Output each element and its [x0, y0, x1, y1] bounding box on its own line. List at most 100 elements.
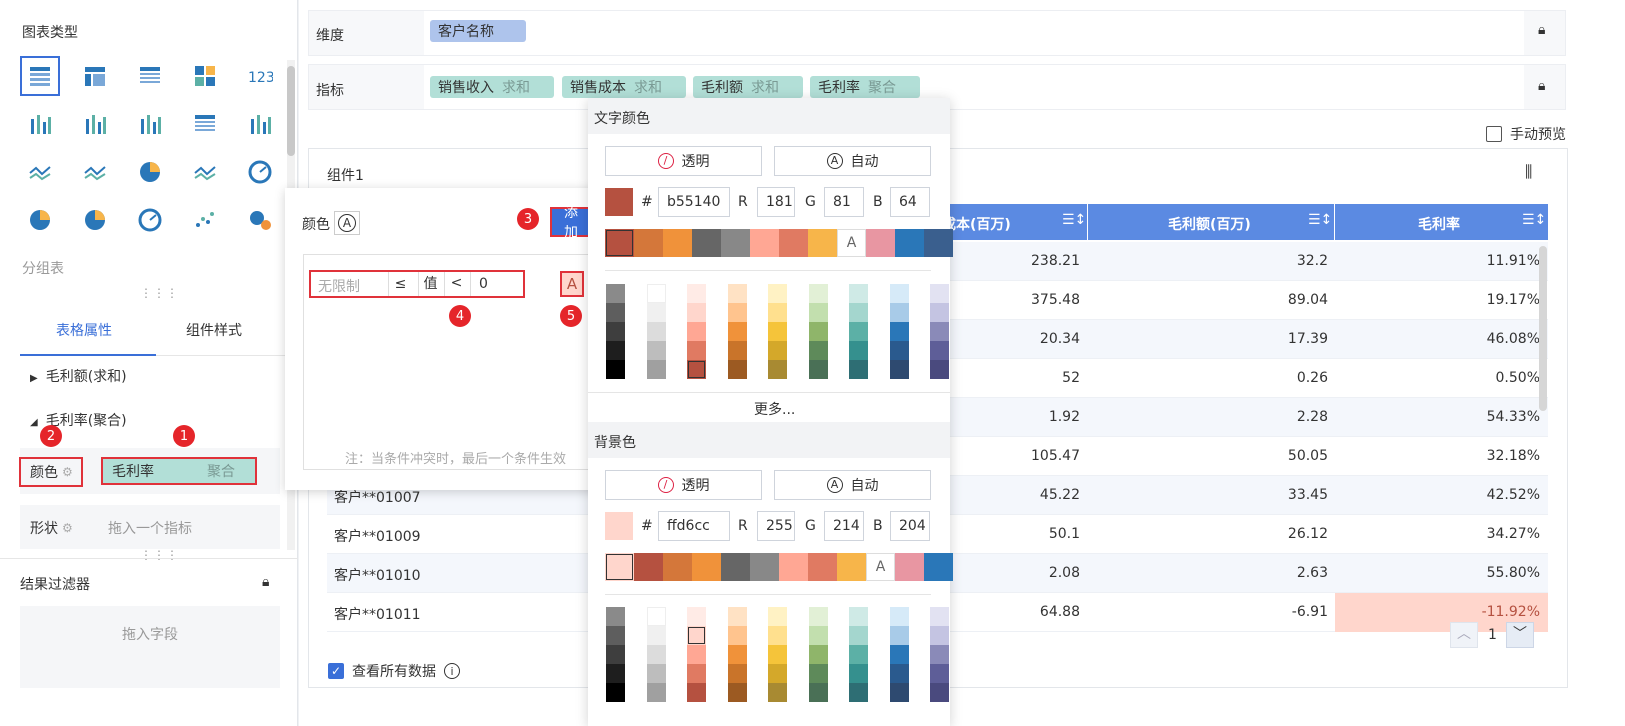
- palette-swatch[interactable]: [889, 341, 909, 360]
- palette-swatch[interactable]: [687, 683, 706, 702]
- max-input[interactable]: 0: [470, 272, 550, 296]
- filter-drop-zone[interactable]: 拖入字段: [20, 606, 280, 688]
- palette-swatch[interactable]: [646, 645, 666, 664]
- chart-type-grouped-bar-icon[interactable]: [20, 104, 60, 144]
- min-input[interactable]: 无限制: [318, 276, 360, 296]
- palette-swatch[interactable]: [606, 683, 625, 702]
- chart-type-pie-icon[interactable]: [20, 200, 60, 240]
- chart-type-scatter-icon[interactable]: [185, 200, 225, 240]
- palette-swatch[interactable]: [727, 360, 747, 379]
- page-up-button[interactable]: ︿: [1450, 622, 1478, 648]
- palette-swatch[interactable]: [687, 303, 706, 322]
- lock-icon[interactable]: 🔒︎: [262, 574, 269, 590]
- drag-handle-icon[interactable]: ⋮⋮⋮: [140, 548, 179, 562]
- palette-swatch[interactable]: [687, 360, 706, 379]
- recent-swatch[interactable]: [634, 229, 663, 257]
- palette-swatch[interactable]: [727, 322, 747, 341]
- chart-type-radar-icon[interactable]: [130, 152, 170, 192]
- palette-swatch[interactable]: [646, 664, 666, 683]
- chart-type-number-icon[interactable]: 123: [240, 56, 280, 96]
- palette-swatch[interactable]: [606, 645, 625, 664]
- text-r-input[interactable]: 181: [757, 187, 795, 217]
- palette-swatch[interactable]: [606, 360, 625, 379]
- palette-swatch[interactable]: [646, 626, 666, 645]
- palette-swatch[interactable]: [849, 645, 868, 664]
- palette-swatch[interactable]: [606, 607, 625, 626]
- chart-type-list-table-icon[interactable]: [130, 56, 170, 96]
- chart-type-line-icon[interactable]: [20, 152, 60, 192]
- palette-swatch[interactable]: [768, 645, 787, 664]
- check-icon[interactable]: ✓: [328, 663, 344, 679]
- palette-swatch[interactable]: [849, 284, 868, 303]
- recent-swatch[interactable]: [721, 553, 750, 581]
- recent-swatch[interactable]: [750, 229, 779, 257]
- chart-type-bubble-icon[interactable]: [240, 200, 280, 240]
- palette-swatch[interactable]: [849, 360, 868, 379]
- gear-icon[interactable]: ⚙: [62, 465, 73, 479]
- palette-swatch[interactable]: [930, 341, 949, 360]
- palette-swatch[interactable]: [768, 607, 787, 626]
- sort-icon[interactable]: ☰↕: [1308, 212, 1332, 228]
- dimension-pill[interactable]: 客户名称: [430, 20, 526, 42]
- palette-swatch[interactable]: [849, 683, 868, 702]
- palette-swatch[interactable]: [606, 322, 625, 341]
- palette-swatch[interactable]: [646, 341, 666, 360]
- palette-swatch[interactable]: [646, 322, 666, 341]
- palette-swatch[interactable]: [889, 322, 909, 341]
- dimension-drop-zone[interactable]: [424, 11, 1524, 55]
- palette-swatch[interactable]: [768, 664, 787, 683]
- bg-r-input[interactable]: 255: [757, 511, 795, 541]
- metric-pill-margin[interactable]: 毛利率 聚合: [810, 76, 920, 98]
- palette-swatch[interactable]: [808, 607, 828, 626]
- palette-swatch[interactable]: [768, 284, 787, 303]
- palette-swatch[interactable]: [768, 303, 787, 322]
- palette-swatch[interactable]: [930, 683, 949, 702]
- bg-g-input[interactable]: 214: [824, 511, 864, 541]
- palette-swatch[interactable]: [646, 683, 666, 702]
- recent-swatch[interactable]: [779, 553, 808, 581]
- recent-swatch[interactable]: [634, 553, 663, 581]
- bg-auto-button[interactable]: A 自动: [774, 470, 931, 500]
- view-all-toggle[interactable]: ✓ 查看所有数据 i: [328, 661, 460, 681]
- recent-swatch[interactable]: [692, 553, 721, 581]
- palette-swatch[interactable]: [768, 360, 787, 379]
- palette-swatch[interactable]: [808, 284, 828, 303]
- recent-swatch[interactable]: [663, 553, 692, 581]
- recent-swatch[interactable]: [837, 553, 866, 581]
- palette-swatch[interactable]: [727, 303, 747, 322]
- palette-swatch[interactable]: [849, 607, 868, 626]
- chart-type-rose-icon[interactable]: [75, 200, 115, 240]
- palette-swatch[interactable]: [849, 341, 868, 360]
- palette-swatch[interactable]: [768, 341, 787, 360]
- palette-swatch[interactable]: [930, 322, 949, 341]
- recent-swatch[interactable]: A: [866, 553, 895, 581]
- scrollbar-thumb[interactable]: [287, 66, 295, 156]
- palette-swatch[interactable]: [606, 626, 625, 645]
- operator-select-1[interactable]: ≤: [388, 272, 412, 296]
- palette-swatch[interactable]: [687, 626, 706, 645]
- palette-swatch[interactable]: [646, 607, 666, 626]
- palette-swatch[interactable]: [808, 626, 828, 645]
- recent-swatch[interactable]: [924, 229, 953, 257]
- chart-type-radar-line-icon[interactable]: [75, 152, 115, 192]
- chart-type-crosstab-icon[interactable]: [75, 56, 115, 96]
- bg-transparent-button[interactable]: / 透明: [605, 470, 762, 500]
- chart-toggle-icon[interactable]: ⫼: [1525, 162, 1532, 182]
- palette-swatch[interactable]: [687, 341, 706, 360]
- chart-type-ring-icon[interactable]: [130, 200, 170, 240]
- page-down-button[interactable]: ﹀: [1506, 622, 1534, 648]
- palette-swatch[interactable]: [889, 664, 909, 683]
- recent-swatch[interactable]: [750, 553, 779, 581]
- recent-swatch[interactable]: [721, 229, 750, 257]
- palette-swatch[interactable]: [889, 607, 909, 626]
- palette-swatch[interactable]: [727, 626, 747, 645]
- palette-swatch[interactable]: [808, 303, 828, 322]
- palette-swatch[interactable]: [606, 341, 625, 360]
- metric-pill-profit[interactable]: 毛利额 求和: [693, 76, 803, 98]
- palette-swatch[interactable]: [889, 626, 909, 645]
- palette-swatch[interactable]: [687, 322, 706, 341]
- palette-swatch[interactable]: [849, 322, 868, 341]
- recent-swatch[interactable]: [924, 553, 953, 581]
- chart-type-gauge-icon[interactable]: [240, 152, 280, 192]
- palette-swatch[interactable]: [930, 645, 949, 664]
